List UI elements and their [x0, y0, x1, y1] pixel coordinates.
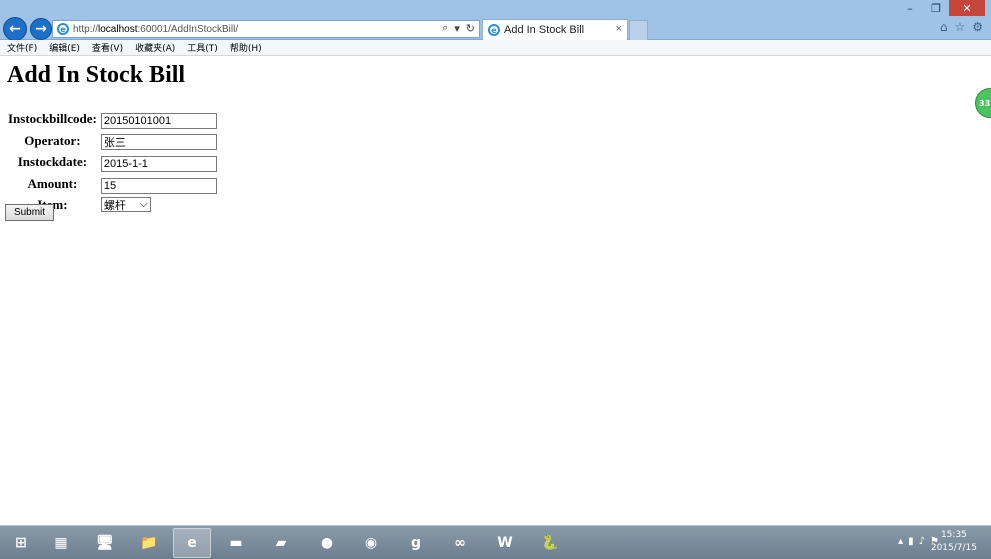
side-badge[interactable]: 33 [975, 88, 991, 118]
amount-input[interactable] [100, 178, 217, 194]
chat-app-icon[interactable]: g [397, 528, 435, 558]
tab-close-icon[interactable]: × [616, 23, 622, 35]
file-explorer-icon[interactable]: 📁 [130, 528, 168, 558]
settings-gear-icon[interactable]: ⚙ [972, 20, 983, 34]
tray-expand-icon[interactable]: ▴ [898, 536, 903, 547]
url-host: localhost [98, 23, 138, 35]
home-icon[interactable]: ⌂ [940, 20, 948, 34]
form-row-date: Instockdate: [6, 151, 219, 173]
label-instockdate: Instockdate: [17, 154, 88, 169]
back-arrow-icon[interactable]: ← [3, 17, 27, 41]
menu-tools[interactable]: 工具(T) [187, 41, 218, 54]
item-select[interactable]: 螺杆 ⌵ [100, 197, 151, 212]
browser-window-chrome: – ❐ ✕ ← → e http://localhost:60001/AddIn… [0, 0, 991, 41]
submit-button[interactable]: Submit [5, 204, 54, 221]
eclipse-icon[interactable]: ◉ [352, 528, 390, 558]
clock-date: 2015/7/15 [930, 543, 977, 553]
instockdate-input[interactable] [100, 156, 217, 172]
minimize-icon[interactable]: – [897, 0, 923, 16]
tab-title: Add In Stock Bill [504, 24, 585, 36]
instockbillcode-input[interactable] [100, 113, 217, 129]
in-stock-bill-form: Instockbillcode: Operator: Instockdate: … [6, 108, 219, 214]
search-icon[interactable]: ⌕ [442, 22, 448, 35]
restore-icon[interactable]: ❐ [923, 0, 949, 16]
notebook-icon[interactable]: ▰ [262, 528, 300, 558]
python-icon[interactable]: 🐍 [531, 528, 569, 558]
form-row-code: Instockbillcode: [6, 108, 219, 130]
chevron-down-icon: ⌵ [139, 198, 148, 210]
forward-arrow-icon[interactable]: → [30, 18, 52, 40]
menu-bar: 文件(F) 编辑(E) 查看(V) 收藏夹(A) 工具(T) 帮助(H) [0, 40, 991, 56]
label-amount: Amount: [27, 176, 78, 191]
favorites-star-icon[interactable]: ☆ [954, 20, 965, 34]
item-selected-value: 螺杆 [103, 199, 126, 212]
label-operator: Operator: [24, 132, 81, 148]
visual-studio-icon[interactable]: ∞ [441, 528, 479, 558]
tab-add-in-stock-bill[interactable]: e Add In Stock Bill × [482, 19, 628, 40]
window-controls: – ❐ ✕ [897, 0, 985, 16]
internet-explorer-icon[interactable]: e [173, 528, 211, 558]
form-row-amount: Amount: [6, 173, 219, 195]
new-tab-button[interactable] [629, 20, 648, 40]
address-tools: ⌕ ▾ ↻ [442, 22, 475, 35]
page-title: Add In Stock Bill [7, 62, 186, 88]
browser-toolbar-icons: ⌂ ☆ ⚙ [940, 20, 983, 34]
url-path: :60001/AddInStockBill/ [137, 23, 239, 35]
close-window-icon[interactable]: ✕ [949, 0, 985, 16]
clock-time: 15:35 [940, 530, 967, 540]
ship-app-icon[interactable]: ▦ [42, 528, 80, 558]
windows-start-icon[interactable]: ⊞ [2, 528, 40, 558]
refresh-icon[interactable]: ↻ [466, 22, 475, 35]
ie-page-icon: e [57, 23, 69, 35]
url-prefix: http:// [73, 23, 99, 35]
network-icon[interactable]: ▮ [908, 536, 914, 547]
volume-icon[interactable]: ♪ [919, 536, 925, 547]
windows-taskbar: ⊞ ▦ 🖥 📁 e ▬ ▰ ● ◉ g ∞ W 🐍 ▴ ▮ ♪ ⚑ 15:35 … [0, 525, 991, 559]
taskbar-clock[interactable]: 15:35 2015/7/15 [931, 529, 977, 555]
page-content: Add In Stock Bill Instockbillcode: Opera… [0, 57, 991, 525]
command-prompt-icon[interactable]: ▬ [217, 528, 255, 558]
form-row-operator: Operator: [6, 130, 219, 151]
address-bar[interactable]: e http://localhost:60001/AddInStockBill/… [52, 20, 480, 38]
menu-favorites[interactable]: 收藏夹(A) [135, 41, 175, 54]
menu-view[interactable]: 查看(V) [92, 41, 123, 54]
menu-help[interactable]: 帮助(H) [230, 41, 262, 54]
word-icon[interactable]: W [486, 528, 524, 558]
computer-icon[interactable]: 🖥 [86, 528, 124, 558]
label-instockbillcode: Instockbillcode: [8, 111, 97, 126]
dropdown-icon[interactable]: ▾ [454, 22, 460, 35]
menu-file[interactable]: 文件(F) [7, 41, 37, 54]
ie-tab-icon: e [488, 24, 500, 36]
operator-input[interactable] [100, 134, 217, 150]
paint-icon[interactable]: ● [308, 528, 346, 558]
menu-edit[interactable]: 编辑(E) [49, 41, 80, 54]
